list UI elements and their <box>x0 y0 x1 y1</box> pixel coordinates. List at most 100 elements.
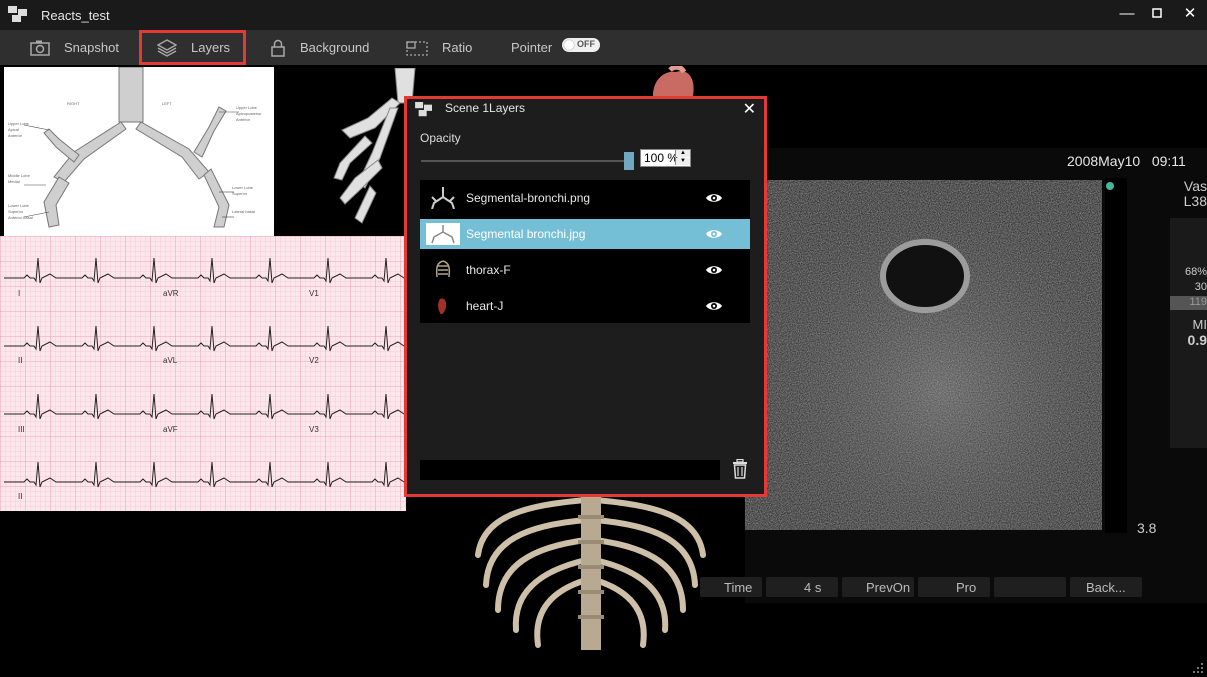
svg-text:Middle Lobe: Middle Lobe <box>8 173 31 178</box>
svg-text:Lower Lobe: Lower Lobe <box>232 185 254 190</box>
heart-thumb-icon <box>438 298 447 315</box>
svg-text:Apicoposterior: Apicoposterior <box>236 111 262 116</box>
svg-text:Anterior basal: Anterior basal <box>8 215 33 220</box>
svg-text:Apical: Apical <box>8 127 19 132</box>
close-icon[interactable]: ✕ <box>1180 4 1200 24</box>
toggle-knob <box>564 40 574 50</box>
app-title: Reacts_test <box>41 8 110 23</box>
bronchi-diagram-thumb-icon <box>426 223 460 245</box>
opacity-slider-thumb[interactable] <box>624 152 634 170</box>
ecg-lead-label: III <box>18 425 25 434</box>
ultrasound-date-time: 2008May10 09:11 <box>1067 153 1186 169</box>
bronchi-thumb-icon <box>431 187 455 209</box>
ecg-lead-label: aVR <box>163 289 179 298</box>
layer-name-input[interactable] <box>420 460 720 480</box>
svg-text:Anterior: Anterior <box>236 117 251 122</box>
mi-label: MI <box>1192 317 1207 332</box>
background-label: Background <box>300 40 370 55</box>
layer-row[interactable]: heart-J <box>420 291 750 321</box>
ribcage-model-image <box>475 495 706 650</box>
ecg-lead-label: I <box>18 289 21 298</box>
mi-value: 0.9 <box>1187 332 1207 348</box>
opacity-value: 100 % <box>644 151 679 165</box>
heart-model-image <box>653 66 694 96</box>
opacity-label: Opacity <box>420 131 461 145</box>
pointer-label: Pointer <box>511 40 553 55</box>
background-button[interactable]: Background <box>270 30 369 65</box>
toggle-state: OFF <box>577 39 595 49</box>
title-bar: Reacts_test — ✕ <box>0 0 1207 30</box>
ecg-lead-label: aVL <box>163 356 178 365</box>
time-button[interactable]: Time <box>700 577 762 597</box>
ultrasound-date: 2008May10 <box>1067 153 1141 169</box>
camera-icon <box>30 40 50 56</box>
pro-button[interactable]: Pro <box>918 577 990 597</box>
layer-name: thorax-F <box>466 263 511 277</box>
svg-text:LEFT: LEFT <box>162 101 172 106</box>
ecg-lead-label: V3 <box>309 425 319 434</box>
ecg-lead-label: II <box>18 492 23 501</box>
ecg-lead-label: aVF <box>163 425 178 434</box>
layer-name: Segmental-bronchi.png <box>466 191 591 205</box>
layer-row[interactable]: thorax-F <box>420 255 750 285</box>
resize-grip-icon[interactable] <box>1192 662 1204 674</box>
ultrasound-time: 09:11 <box>1151 153 1186 169</box>
layer-name: heart-J <box>466 299 504 313</box>
bronchi-diagram-image[interactable]: RIGHT LEFT Upper Lobe Apical Anterior Middl… <box>4 67 274 241</box>
ratio-label: Ratio <box>442 40 473 55</box>
layer-row-selected[interactable]: Segmental bronchi.jpg <box>420 219 750 249</box>
lock-icon <box>271 39 285 57</box>
maximize-icon[interactable] <box>1147 4 1167 24</box>
layers-highlight <box>139 30 246 65</box>
spin-up-icon[interactable]: ▲ <box>675 150 690 157</box>
ecg-lead-label: V2 <box>309 356 319 365</box>
opacity-spinbox[interactable]: 100 % ▲ ▼ <box>640 149 691 167</box>
ecg-image[interactable]: I aVR V1 II aVL V2 III aVF V3 II <box>0 236 406 511</box>
depth-value: 3.8 <box>1137 520 1157 536</box>
back-label: Back... <box>1086 579 1126 595</box>
layer-row[interactable]: Segmental-bronchi.png <box>420 183 750 213</box>
layers-dialog: Scene 1Layers ✕ Opacity 100 % ▲ ▼ Segmen… <box>406 98 764 495</box>
probe-model: L38 <box>1183 193 1207 209</box>
us-readout-3: 119 <box>1189 296 1207 308</box>
spin-down-icon[interactable]: ▼ <box>675 158 690 165</box>
app-logo-icon <box>8 6 27 22</box>
eye-icon[interactable] <box>705 228 723 240</box>
svg-text:Lateral basal: Lateral basal <box>232 209 255 214</box>
ratio-button[interactable]: Ratio <box>406 30 472 65</box>
pro-label: Pro <box>956 579 977 595</box>
blank-button[interactable] <box>994 577 1066 597</box>
ecg-lead-label: V1 <box>309 289 319 298</box>
svg-text:RIGHT: RIGHT <box>67 101 80 106</box>
layer-name: Segmental bronchi.jpg <box>466 227 586 241</box>
back-button[interactable]: Back... <box>1070 577 1142 597</box>
snapshot-button[interactable]: Snapshot <box>30 30 119 65</box>
prevon-button[interactable]: PrevOn <box>842 577 914 597</box>
svg-text:Upper Lobe: Upper Lobe <box>8 121 30 126</box>
dialog-title: Scene 1Layers <box>445 101 526 115</box>
svg-text:Lower Lobe: Lower Lobe <box>8 203 30 208</box>
trash-icon[interactable] <box>732 459 748 479</box>
dialog-close-icon[interactable]: ✕ <box>743 99 756 119</box>
duration-button[interactable]: 4 s <box>766 577 838 597</box>
eye-icon[interactable] <box>705 264 723 276</box>
us-readout-1: 68% <box>1184 266 1207 278</box>
bronchi-3d-image <box>333 68 416 224</box>
us-readout-2: 30 <box>1194 281 1207 293</box>
opacity-slider[interactable] <box>421 160 628 162</box>
probe-type: Vas <box>1183 178 1207 194</box>
svg-text:Medial: Medial <box>8 179 20 184</box>
time-label: Time <box>724 579 753 595</box>
snapshot-label: Snapshot <box>64 40 119 55</box>
svg-text:Upper Lobe: Upper Lobe <box>236 105 258 110</box>
svg-text:Superior: Superior <box>232 191 248 196</box>
eye-icon[interactable] <box>705 300 723 312</box>
ecg-lead-label: II <box>18 356 23 365</box>
prevon-label: PrevOn <box>866 579 911 595</box>
eye-icon[interactable] <box>705 192 723 204</box>
thorax-thumb-icon <box>435 260 451 278</box>
pointer-toggle[interactable]: OFF <box>562 38 600 52</box>
ratio-icon <box>406 40 428 56</box>
minimize-icon[interactable]: — <box>1117 4 1137 24</box>
app-logo-icon <box>415 102 432 117</box>
